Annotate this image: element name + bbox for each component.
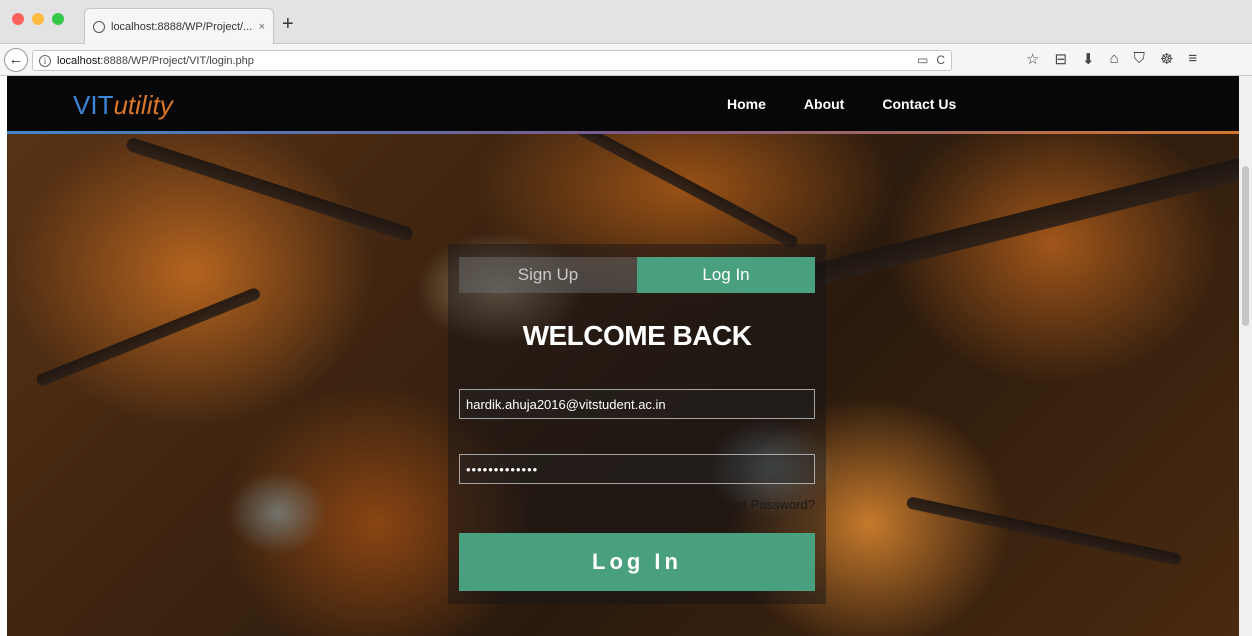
tree-branch [905,496,1183,567]
email-input[interactable] [459,389,815,419]
web-page: VITutility Home About Contact Us Sign Up… [7,76,1239,636]
page-scrollbar[interactable] [1239,76,1252,636]
logo-main-text: VIT [73,90,114,120]
extension-icon[interactable]: ☸ [1160,50,1173,68]
pocket-icon[interactable]: ⛉ [1134,50,1145,68]
reader-view-icon[interactable]: ▭ [917,53,928,67]
tree-branch [34,286,262,388]
tab-log-in[interactable]: Log In [637,257,815,293]
close-window-button[interactable] [12,13,24,25]
new-tab-button[interactable]: + [282,14,294,34]
password-input[interactable] [459,454,815,484]
home-icon[interactable]: ⌂ [1110,50,1119,68]
tab-sign-up[interactable]: Sign Up [459,257,637,293]
site-logo[interactable]: VITutility [73,90,173,120]
url-path: :8888/WP/Project/VIT/login.php [100,54,254,67]
site-header: VITutility Home About Contact Us [7,76,1239,134]
tree-branch [124,136,415,243]
nav-about-link[interactable]: About [804,96,844,112]
welcome-heading: WELCOME BACK [522,320,752,351]
browser-toolbar: ☆ ⊟ ⬇ ⌂ ⛉ ☸ ≡ [1026,50,1197,68]
download-icon[interactable]: ⬇ [1082,50,1095,68]
menu-icon[interactable]: ≡ [1188,50,1197,68]
forgot-password-link[interactable]: Forgot Password? [710,497,816,512]
url-host: localhost [57,54,101,67]
browser-nav-bar: ← i localhost:8888/WP/Project/VIT/login.… [0,44,1252,76]
url-actions: ▭ C [917,53,945,67]
maximize-window-button[interactable] [52,13,64,25]
nav-contact-link[interactable]: Contact Us [882,96,956,112]
reload-icon[interactable]: C [936,53,945,67]
tab-title: localhost:8888/WP/Project/... [111,20,253,33]
back-button[interactable]: ← [4,48,28,72]
tree-branch [564,116,800,250]
login-card: Sign Up Log In WELCOME BACK Forgot Passw… [448,244,826,604]
main-nav: Home About Contact Us [727,96,956,112]
browser-tab-bar: localhost:8888/WP/Project/... × + [0,0,1252,44]
log-in-button[interactable]: Log In [459,533,815,591]
nav-home-link[interactable]: Home [727,96,766,112]
tree-branch [804,155,1239,288]
auth-tabs: Sign Up Log In [459,257,815,293]
browser-tab[interactable]: localhost:8888/WP/Project/... × [84,8,274,44]
logo-sub-text: utility [113,90,173,120]
globe-icon [93,20,105,33]
scrollbar-thumb[interactable] [1242,166,1249,326]
url-text: localhost:8888/WP/Project/VIT/login.php [57,55,254,67]
library-icon[interactable]: ⊟ [1054,50,1067,68]
minimize-window-button[interactable] [32,13,44,25]
bookmark-star-icon[interactable]: ☆ [1026,50,1039,68]
close-tab-icon[interactable]: × [259,21,265,33]
url-bar[interactable]: i localhost:8888/WP/Project/VIT/login.ph… [32,50,952,71]
info-icon[interactable]: i [39,54,51,67]
